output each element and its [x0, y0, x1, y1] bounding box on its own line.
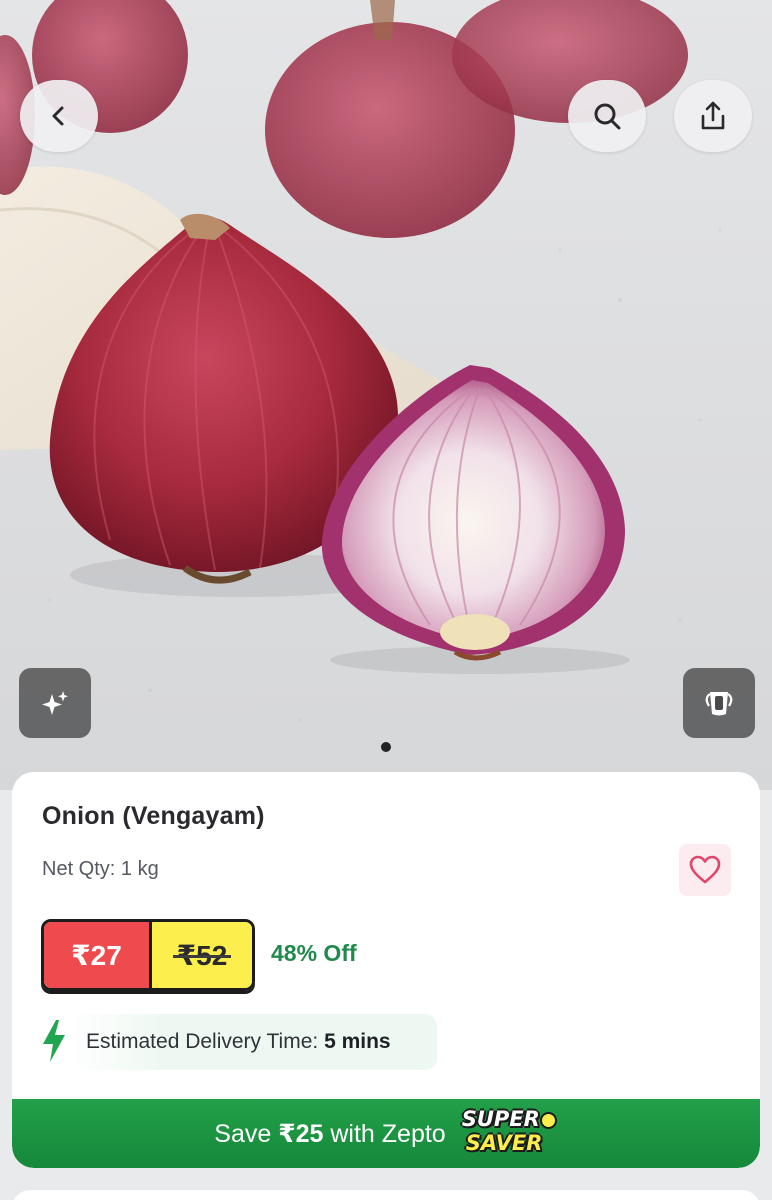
pagination-dot-active[interactable] [381, 742, 391, 752]
lightning-icon [43, 1020, 65, 1062]
heart-icon [689, 855, 721, 884]
wishlist-button[interactable] [679, 844, 731, 896]
selling-price: ₹27 [44, 922, 149, 988]
chevron-left-icon [52, 106, 64, 126]
delivery-time: 5 mins [324, 1030, 391, 1053]
mrp-price-value: ₹52 [172, 939, 231, 971]
mrp-price: ₹52 [149, 922, 252, 988]
cup-button[interactable] [683, 668, 755, 738]
ai-sparkle-button[interactable] [19, 668, 91, 738]
delivery-text: Estimated Delivery Time: 5 mins [86, 1030, 391, 1054]
share-icon [701, 101, 725, 130]
saver-suffix: with Zepto [330, 1119, 446, 1148]
product-title: Onion (Vengayam) [42, 802, 265, 830]
saver-amount: ₹25 [278, 1119, 324, 1148]
price-tag: ₹27 ₹52 [41, 919, 255, 991]
super-saver-logo: SUPER SAVER [460, 1107, 558, 1161]
back-button[interactable] [20, 80, 98, 152]
saver-logo-line2: SAVER [465, 1130, 543, 1155]
product-info-card: Onion (Vengayam) Net Qty: 1 kg ₹27 ₹52 4… [12, 772, 760, 1168]
search-button[interactable] [568, 80, 646, 152]
delivery-label: Estimated Delivery Time: [86, 1030, 319, 1053]
net-quantity: Net Qty: 1 kg [42, 858, 159, 880]
onion-photo [0, 0, 722, 722]
share-button[interactable] [674, 80, 752, 152]
cup-icon [705, 692, 733, 716]
delivery-estimate: Estimated Delivery Time: 5 mins [40, 1014, 437, 1070]
coin-icon [539, 1111, 557, 1129]
next-section-peek [12, 1190, 760, 1200]
sparkle-icon [42, 691, 68, 715]
search-icon [594, 103, 621, 130]
super-saver-banner[interactable]: Save ₹25 with Zepto SUPER SAVER [12, 1099, 760, 1168]
saver-prefix: Save [214, 1119, 272, 1148]
gallery-pagination [0, 742, 772, 752]
product-image-gallery[interactable] [0, 0, 772, 790]
saver-text: Save ₹25 with Zepto [214, 1119, 445, 1149]
saver-logo-line1: SUPER [461, 1106, 540, 1131]
discount-label: 48% Off [271, 940, 357, 966]
